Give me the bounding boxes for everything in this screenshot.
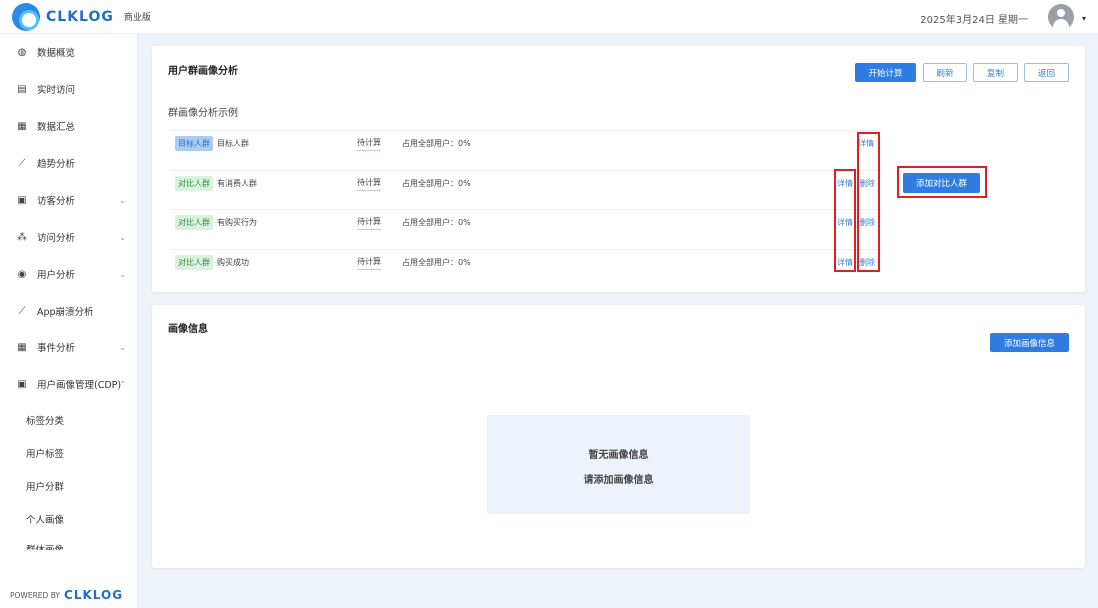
section-title: 画像信息 bbox=[168, 324, 208, 335]
calc-status: 待计算 bbox=[357, 177, 381, 191]
sidebar-item-realtime[interactable]: ▤ 实时访问 bbox=[0, 74, 138, 104]
table-row: 目标人群 目标人群 待计算 占用全部用户：0% 详情 bbox=[170, 130, 882, 156]
compare-group-tag: 对比人群 bbox=[175, 215, 213, 230]
logo[interactable]: CLKLOG 商业版 bbox=[12, 2, 151, 31]
sidebar-subitem-user-tags[interactable]: 用户标签 bbox=[26, 446, 64, 462]
sidebar-subitem-personal-profile[interactable]: 个人画像 bbox=[26, 512, 64, 528]
back-button[interactable]: 返回 bbox=[1024, 63, 1069, 82]
avatar-caret-icon[interactable]: ▾ bbox=[1082, 14, 1086, 23]
edition-label: 商业版 bbox=[123, 13, 151, 23]
chevron-down-icon: ⌄ bbox=[119, 269, 126, 279]
calc-status: 待计算 bbox=[357, 256, 381, 270]
compare-group-tag: 对比人群 bbox=[175, 255, 213, 270]
powered-by-logo: CLKLOG bbox=[64, 588, 124, 602]
sidebar-item-label: 访问分析 bbox=[37, 233, 76, 244]
sidebar-item-label: 趋势分析 bbox=[37, 159, 76, 170]
sidebar-item-label: 事件分析 bbox=[37, 343, 76, 354]
group-name: 有购买行为 bbox=[217, 218, 257, 227]
user-ratio: 占用全部用户：0% bbox=[402, 218, 471, 227]
visitor-icon: ▣ bbox=[17, 194, 27, 206]
sidebar-item-trend[interactable]: ⟋ 趋势分析 bbox=[0, 148, 138, 178]
summary-icon: ▦ bbox=[17, 120, 27, 132]
sidebar-subitem-group-profile[interactable]: 群体画像 bbox=[26, 542, 64, 550]
sidebar-item-summary[interactable]: ▦ 数据汇总 bbox=[0, 111, 138, 141]
group-name: 购买成功 bbox=[217, 258, 249, 267]
section-subtitle: 群画像分析示例 bbox=[168, 108, 238, 119]
page-title: 用户群画像分析 bbox=[168, 66, 238, 77]
sidebar-item-user[interactable]: ◉ 用户分析 ⌄ bbox=[0, 259, 138, 289]
realtime-icon: ▤ bbox=[17, 83, 27, 95]
event-icon: ▦ bbox=[17, 341, 27, 353]
trend-icon: ⟋ bbox=[18, 157, 26, 169]
compare-group-tag: 对比人群 bbox=[175, 176, 213, 191]
sidebar-item-cdp[interactable]: ▣ 用户画像管理(CDP) ⌃ bbox=[0, 369, 138, 399]
user-icon: ◉ bbox=[17, 268, 27, 280]
chevron-down-icon: ⌄ bbox=[119, 342, 126, 352]
group-name: 目标人群 bbox=[217, 139, 249, 148]
calc-status: 待计算 bbox=[357, 137, 381, 151]
chevron-up-icon: ⌃ bbox=[119, 379, 126, 389]
empty-state: 暂无画像信息 请添加画像信息 bbox=[487, 415, 750, 514]
refresh-button[interactable]: 刷新 bbox=[923, 63, 967, 82]
user-ratio: 占用全部用户：0% bbox=[402, 258, 471, 267]
user-avatar-icon[interactable] bbox=[1048, 4, 1074, 30]
highlight-detail-links bbox=[834, 169, 856, 272]
app-root: CLKLOG 商业版 2025年3月24日 星期一 ▾ ◍ 数据概览 ▤ 实时访… bbox=[0, 0, 1098, 608]
user-ratio: 占用全部用户：0% bbox=[402, 139, 471, 148]
empty-state-title: 暂无画像信息 bbox=[588, 450, 649, 461]
sidebar-item-label: 数据概览 bbox=[37, 48, 76, 59]
chevron-down-icon: ⌄ bbox=[119, 232, 126, 242]
calc-status: 待计算 bbox=[357, 216, 381, 230]
current-date: 2025年3月24日 星期一 bbox=[920, 15, 1028, 26]
access-icon: ⁂ bbox=[17, 231, 27, 243]
table-row: 对比人群 购买成功 待计算 占用全部用户：0% 详情 删除 bbox=[170, 249, 882, 275]
powered-by: POWERED BY CLKLOG bbox=[10, 588, 123, 602]
empty-state-hint: 请添加画像信息 bbox=[583, 475, 654, 486]
logo-text: CLKLOG bbox=[46, 8, 114, 25]
chevron-down-icon: ⌄ bbox=[119, 195, 126, 205]
top-header: CLKLOG 商业版 2025年3月24日 星期一 ▾ bbox=[0, 0, 1098, 34]
sidebar-item-event[interactable]: ▦ 事件分析 ⌄ bbox=[0, 332, 138, 362]
sidebar-item-label: 用户分析 bbox=[37, 270, 76, 281]
sidebar: ◍ 数据概览 ▤ 实时访问 ▦ 数据汇总 ⟋ 趋势分析 ▣ 访客分析 ⌄ ⁂ 访… bbox=[0, 34, 138, 608]
dashboard-icon: ◍ bbox=[17, 46, 27, 58]
sidebar-item-label: App崩溃分析 bbox=[37, 307, 94, 318]
user-ratio: 占用全部用户：0% bbox=[402, 179, 471, 188]
sidebar-item-crash[interactable]: ⟋ App崩溃分析 bbox=[0, 296, 138, 326]
sidebar-subitem-tag-category[interactable]: 标签分类 bbox=[26, 413, 64, 429]
logo-icon bbox=[12, 2, 40, 31]
highlight-action-links bbox=[857, 132, 880, 272]
sidebar-item-access[interactable]: ⁂ 访问分析 ⌄ bbox=[0, 222, 138, 252]
add-profile-info-button[interactable]: 添加画像信息 bbox=[990, 333, 1069, 352]
sidebar-item-label: 数据汇总 bbox=[37, 122, 76, 133]
crash-icon: ⟋ bbox=[18, 305, 26, 317]
sidebar-subitem-user-segments[interactable]: 用户分群 bbox=[26, 479, 64, 495]
target-group-tag: 目标人群 bbox=[175, 136, 213, 151]
sidebar-item-overview[interactable]: ◍ 数据概览 bbox=[0, 37, 138, 67]
sidebar-item-visitor[interactable]: ▣ 访客分析 ⌄ bbox=[0, 185, 138, 215]
cdp-icon: ▣ bbox=[17, 378, 27, 390]
start-calculation-button[interactable]: 开始计算 bbox=[855, 63, 916, 82]
table-row: 对比人群 有消费人群 待计算 占用全部用户：0% 详情 删除 bbox=[170, 170, 882, 196]
group-name: 有消费人群 bbox=[217, 179, 257, 188]
sidebar-item-label: 实时访问 bbox=[37, 85, 76, 96]
copy-button[interactable]: 复制 bbox=[973, 63, 1018, 82]
powered-by-label: POWERED BY bbox=[10, 590, 61, 600]
table-row: 对比人群 有购买行为 待计算 占用全部用户：0% 详情 删除 bbox=[170, 209, 882, 235]
highlight-add-compare-button bbox=[897, 166, 987, 198]
sidebar-item-label: 用户画像管理(CDP) bbox=[37, 380, 122, 391]
sidebar-item-label: 访客分析 bbox=[37, 196, 76, 207]
